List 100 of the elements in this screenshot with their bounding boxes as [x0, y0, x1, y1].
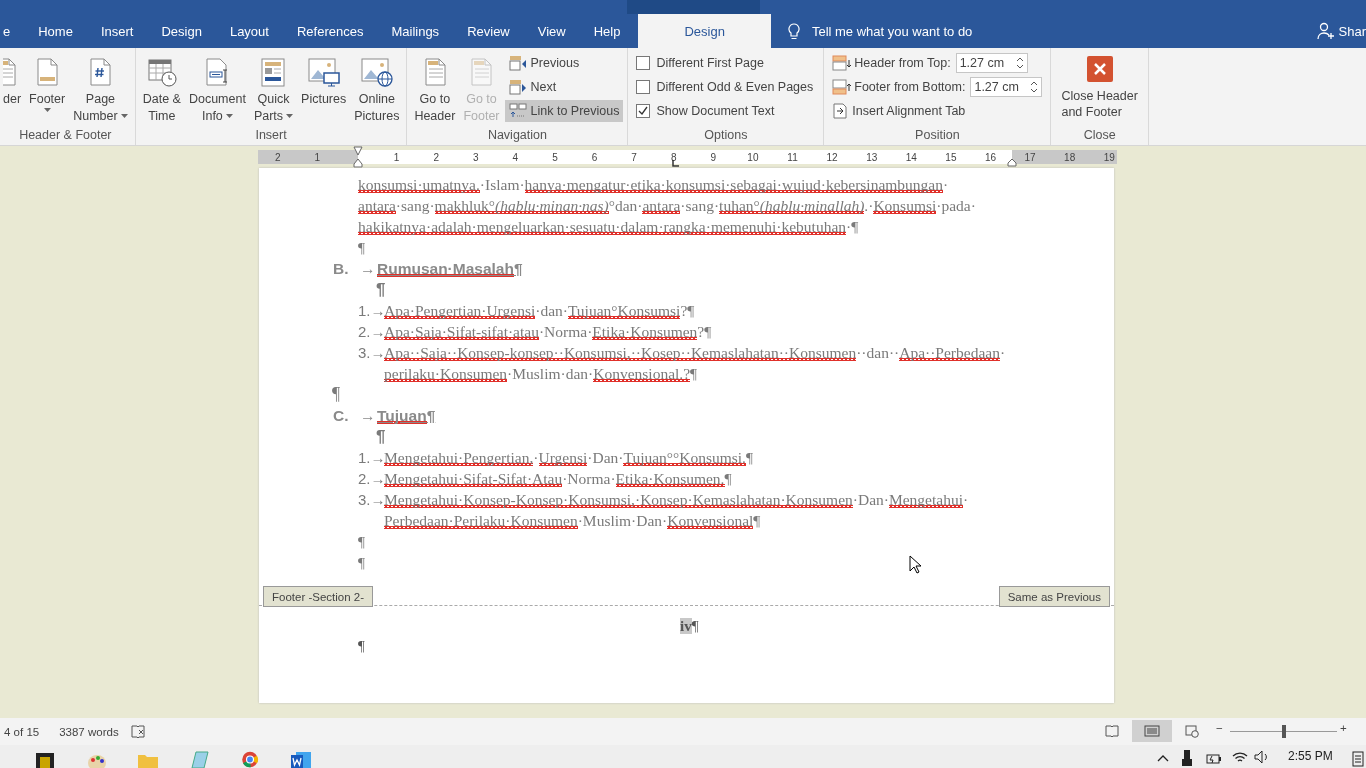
ruler-number: 4 — [512, 151, 519, 163]
list-number: 2.→ — [358, 322, 384, 342]
list-item-text: Apa·Saja·Sifat-sifat·atau·Norma·Etika·Konsumen?¶ — [384, 322, 712, 342]
ruler-number: 16 — [984, 151, 997, 163]
ribbon-tab[interactable]: Help — [579, 14, 635, 48]
caret-icon — [43, 108, 51, 112]
spin-field[interactable]: 1.27 cm — [970, 77, 1043, 97]
field-label: Footer from Bottom: — [854, 80, 966, 94]
header-position-icon — [832, 55, 853, 71]
list-item-text: Apa··Saja··Konsep-konsep··Konsumsi,··Kosep··Kemaslahatan··Konsumen··dan··Apa··Perbedaan· perilaku·Konsumen·Muslim·dan·Konvensional.?¶ — [384, 343, 1006, 384]
ribbon-button[interactable]: Previous — [504, 52, 624, 74]
ribbon-button[interactable]: Online Pictures — [351, 52, 403, 128]
ruler-number: 2 — [275, 151, 281, 163]
footer-position-icon — [832, 79, 853, 95]
group-label: Header & Footer — [18, 128, 113, 142]
close-button[interactable]: Close Header and Footer — [1055, 52, 1144, 128]
ribbon-button[interactable]: Quick Parts — [250, 52, 297, 128]
tab-arrow: → — [360, 259, 377, 279]
checkbox[interactable] — [636, 56, 651, 70]
next-icon — [508, 79, 527, 95]
tell-me-field[interactable]: Tell me what you want to do — [811, 23, 973, 39]
clock-time[interactable]: 2:55 PM — [1288, 749, 1333, 763]
spin-arrows-icon — [1015, 56, 1024, 70]
share-button[interactable]: Shar — [1316, 14, 1366, 48]
ribbon-button[interactable]: der — [0, 52, 25, 128]
page-layout-icon — [1144, 725, 1160, 737]
wifi-icon[interactable] — [1232, 750, 1248, 764]
checkbox[interactable] — [636, 104, 651, 118]
ruler-number: 2 — [433, 151, 439, 163]
paragraph-mark: ¶ — [332, 384, 341, 405]
ribbon-button[interactable]: Pictures — [298, 52, 350, 128]
checkbox-label: Different First Page — [656, 56, 764, 70]
ribbon-tab[interactable]: View — [523, 14, 580, 48]
chevron-up-icon[interactable] — [1157, 754, 1169, 762]
group-label: Navigation — [486, 128, 548, 142]
proofing-icon[interactable] — [130, 725, 145, 738]
indent-marker-icon[interactable] — [353, 146, 363, 168]
picture-globe-icon — [359, 56, 394, 88]
caret-icon — [225, 114, 233, 118]
group-label: Position — [914, 128, 961, 142]
ribbon-tab[interactable]: References — [282, 14, 378, 48]
app-icon[interactable] — [36, 753, 54, 768]
alignment-tab-icon — [832, 103, 849, 119]
list-item-text: Apa·Pengertian·Urgensi·dan·Tujuan°Konsumsi?¶ — [384, 301, 695, 321]
list-number: 1.→ — [358, 301, 384, 321]
ruler-number: 17 — [1024, 151, 1036, 163]
ruler-number: 5 — [552, 151, 558, 163]
ribbon-button[interactable]: Insert Alignment Tab — [832, 100, 966, 122]
list-letter: B. — [333, 259, 350, 279]
page-count[interactable]: 4 of 15 — [4, 725, 40, 738]
field-label: Header from Top: — [854, 56, 951, 70]
ribbon-tab[interactable]: Home — [24, 14, 87, 48]
ruler-number: 9 — [710, 151, 717, 163]
ribbon-tab[interactable]: Review — [453, 14, 524, 48]
ribbon-tab[interactable]: Insert — [86, 14, 148, 48]
same-as-previous-tag: Same as Previous — [998, 586, 1110, 607]
speaker-icon[interactable] — [1254, 750, 1270, 764]
ruler-number: 14 — [905, 151, 917, 163]
ribbon-button[interactable]: Date & Time — [139, 52, 184, 128]
group-label: Close — [1082, 128, 1117, 142]
ribbon-button[interactable]: Page Number — [70, 52, 131, 128]
ribbon-tab[interactable]: Design — [147, 14, 216, 48]
ruler-number: 10 — [747, 151, 759, 163]
word-count[interactable]: 3387 words — [59, 725, 119, 738]
tab-stop-icon[interactable] — [672, 160, 680, 167]
footer-tag: Footer -Section 2- — [263, 586, 374, 607]
caret-icon — [120, 114, 128, 118]
ribbon-button[interactable]: Footer — [26, 52, 69, 128]
list-item-text: Mengetahui·Konsep-Konsep·Konsumsi,·Konsep·Kemaslahatan·Konsumen·Dan·Mengetahui· Perbedaan·Perilaku·Konsumen·Muslim·Dan·Konvensional¶ — [384, 490, 969, 531]
ribbon-tab[interactable]: e — [0, 14, 25, 48]
ribbon-button[interactable]: Go to Header — [411, 52, 459, 128]
link-icon — [508, 103, 527, 119]
paragraph-mark: ¶ — [358, 532, 366, 552]
ribbon-button[interactable]: Link to Previous — [504, 100, 624, 122]
ruler-number: 13 — [866, 151, 878, 163]
spin-field[interactable]: 1.27 cm — [955, 53, 1028, 73]
list-number: 2.→ — [358, 469, 384, 489]
usb-icon[interactable] — [1182, 750, 1192, 766]
checkbox-label: Show Document Text — [656, 104, 775, 118]
checkbox[interactable] — [636, 80, 651, 94]
document-app-icon[interactable] — [290, 751, 312, 768]
ruler-number: 15 — [945, 151, 957, 163]
ruler-number: 3 — [473, 151, 479, 163]
ribbon-tab[interactable]: Design — [638, 14, 771, 48]
battery-icon[interactable] — [1206, 751, 1222, 765]
zoom-slider-thumb[interactable] — [1281, 725, 1286, 738]
browser-icon[interactable] — [239, 751, 261, 768]
zoom-in-button[interactable]: + — [1340, 722, 1347, 734]
ribbon-button[interactable]: Document Info — [185, 52, 249, 128]
list-item-text: Mengetahui·Pengertian,·Urgensi·Dan·Tujuan°°Konsumsi.¶ — [384, 448, 754, 468]
zoom-out-button[interactable]: − — [1216, 722, 1223, 734]
ribbon-tab[interactable]: Mailings — [377, 14, 454, 48]
ruler-number: 1 — [314, 151, 321, 163]
ribbon-button[interactable]: Next — [504, 76, 624, 98]
ruler-number: 1 — [393, 151, 400, 163]
mouse-pointer-icon — [909, 555, 921, 575]
list-number: 3.→ — [358, 343, 384, 363]
ribbon-tab[interactable]: Layout — [215, 14, 283, 48]
notification-icon[interactable] — [1352, 751, 1364, 767]
caret-icon — [286, 114, 294, 118]
